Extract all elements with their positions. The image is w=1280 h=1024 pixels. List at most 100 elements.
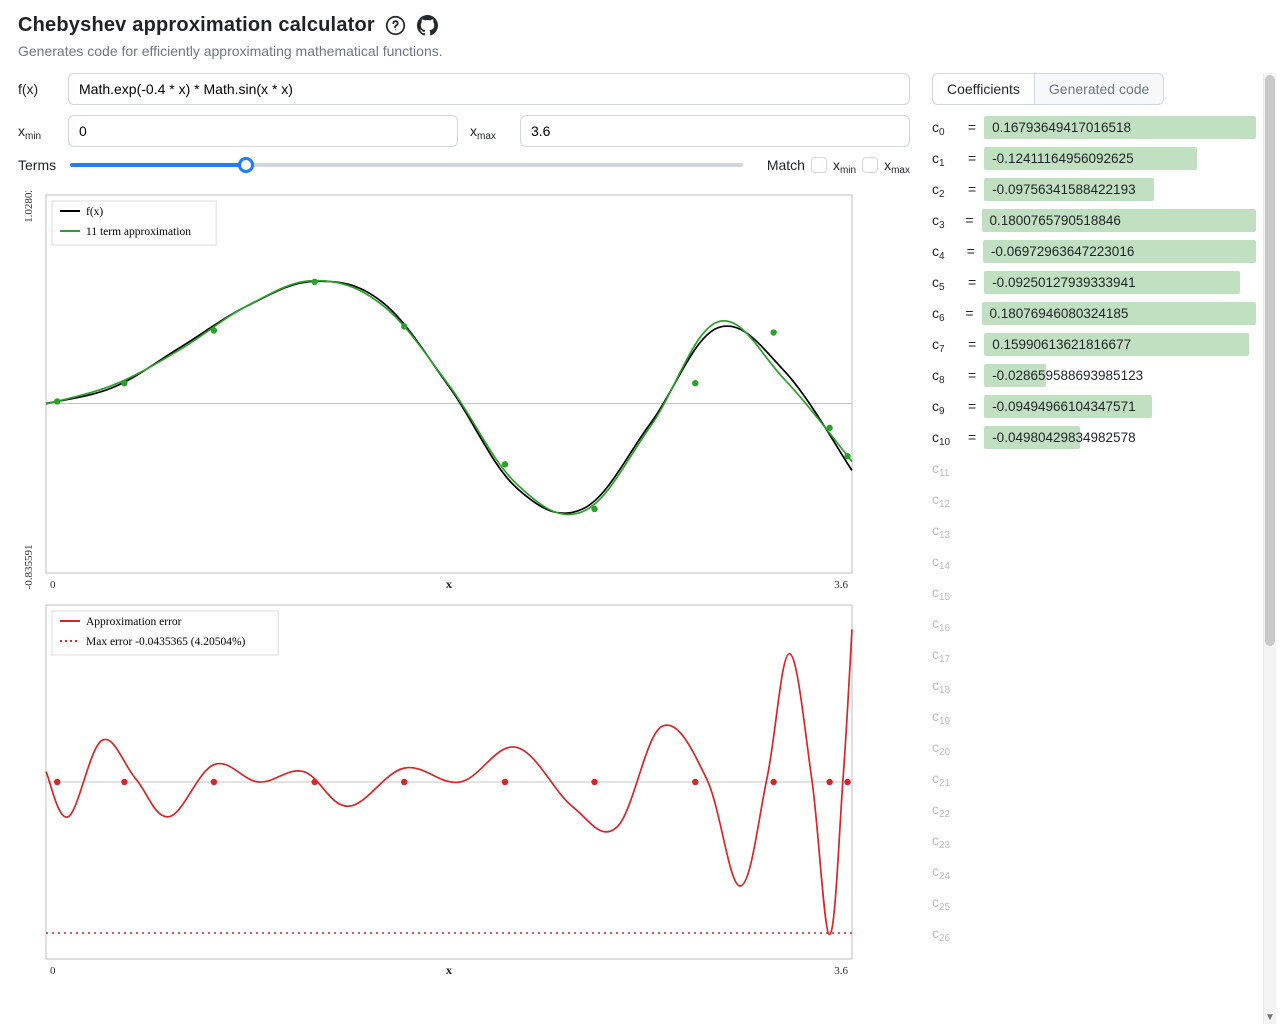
coef-name: c4 <box>932 243 959 259</box>
scrollbar-thumb[interactable] <box>1265 75 1275 646</box>
coef-row: c3=0.1800765790518846 <box>932 205 1256 235</box>
coef-name: c10 <box>932 429 960 445</box>
coef-name: c25 <box>932 894 960 910</box>
coef-name: c0 <box>932 119 960 135</box>
svg-text:1.02802: 1.02802 <box>23 191 35 223</box>
help-icon[interactable] <box>385 15 407 37</box>
coef-row-empty: c18 <box>932 670 1256 700</box>
coef-row-empty: c22 <box>932 794 1256 824</box>
scrollbar-down-icon[interactable]: ▼ <box>1264 1010 1276 1024</box>
coef-value: 0.18076946080324185 <box>982 302 1257 325</box>
coef-row: c7 = 0.15990613621816677 <box>932 329 1256 359</box>
coef-name: c22 <box>932 801 960 817</box>
coef-row: c10 = -0.04980429834982578 <box>932 422 1256 452</box>
coef-row: c9=-0.09494966104347571 <box>932 391 1256 421</box>
match-xmax-label: xmax <box>884 157 910 173</box>
coef-equals: = <box>968 150 976 166</box>
coef-name: c7 <box>932 336 960 352</box>
coef-row-empty: c17 <box>932 639 1256 669</box>
coef-value: -0.09756341588422193 <box>984 178 1154 201</box>
coefficients-list: c0=0.16793649417016518c1=-0.124111649560… <box>932 112 1262 1024</box>
coef-value: -0.06972963647223016 <box>983 240 1256 263</box>
terms-label: Terms <box>18 157 60 173</box>
coef-equals: = <box>967 243 975 259</box>
coef-name: c12 <box>932 491 960 507</box>
xmax-input[interactable] <box>520 115 910 147</box>
coef-name: c26 <box>932 925 960 941</box>
tab-coefficients[interactable]: Coefficients <box>932 73 1035 105</box>
coef-row-empty: c15 <box>932 577 1256 607</box>
coef-equals: = <box>968 336 976 352</box>
match-xmin-checkbox[interactable] <box>811 157 827 173</box>
svg-text:x: x <box>446 577 452 591</box>
coef-row-empty: c12 <box>932 484 1256 514</box>
coef-row: c2 = -0.09756341588422193 <box>932 174 1256 204</box>
svg-text:3.6: 3.6 <box>834 579 848 591</box>
coef-name: c16 <box>932 615 960 631</box>
coef-name: c19 <box>932 708 960 724</box>
coef-value: -0.04980429834982578 <box>984 426 1080 449</box>
function-chart: 03.6x1.02802-0.835591f(x)11 term approxi… <box>18 191 910 593</box>
fx-input[interactable] <box>68 73 910 105</box>
match-xmin-label: xmin <box>833 157 856 173</box>
coef-value: -0.028659588693985123 <box>984 364 1046 387</box>
coef-name: c13 <box>932 522 960 538</box>
svg-text:0: 0 <box>50 965 56 977</box>
coef-row: c6=0.18076946080324185 <box>932 298 1256 328</box>
coef-equals: = <box>968 398 976 414</box>
page-subtitle: Generates code for efficiently approxima… <box>18 43 1262 59</box>
coef-row-empty: c25 <box>932 887 1256 917</box>
coef-name: c24 <box>932 863 960 879</box>
coef-row-empty: c19 <box>932 701 1256 731</box>
coef-row: c4 = -0.06972963647223016 <box>932 236 1256 266</box>
coef-name: c23 <box>932 832 960 848</box>
coef-row: c5=-0.09250127939333941 <box>932 267 1256 297</box>
coef-row-empty: c20 <box>932 732 1256 762</box>
tabs: Coefficients Generated code <box>932 73 1262 105</box>
coef-value: 0.1800765790518846 <box>982 209 1257 232</box>
coef-row-empty: c24 <box>932 856 1256 886</box>
coef-row-empty: c13 <box>932 515 1256 545</box>
coef-equals: = <box>968 367 976 383</box>
coef-equals: = <box>968 119 976 135</box>
coef-row-empty: c16 <box>932 608 1256 638</box>
error-chart: 03.6xApproximation errorMax error -0.043… <box>18 601 910 979</box>
match-label: Match <box>767 157 805 173</box>
svg-text:Approximation error: Approximation error <box>86 616 182 628</box>
coef-value: -0.09250127939333941 <box>984 271 1240 294</box>
coef-name: c11 <box>932 460 960 476</box>
coef-row-empty: c21 <box>932 763 1256 793</box>
coef-name: c21 <box>932 770 960 786</box>
xmin-label: xmin <box>18 123 60 139</box>
xmin-input[interactable] <box>68 115 458 147</box>
coef-row: c0 = 0.16793649417016518 <box>932 112 1256 142</box>
coef-row-empty: c23 <box>932 825 1256 855</box>
terms-slider[interactable] <box>70 163 743 167</box>
coef-name: c18 <box>932 677 960 693</box>
coef-equals: = <box>968 429 976 445</box>
coef-value: 0.16793649417016518 <box>984 116 1256 139</box>
coef-equals: = <box>965 305 973 321</box>
coef-equals: = <box>965 212 973 228</box>
coef-row: c1=-0.12411164956092625 <box>932 143 1256 173</box>
coef-row: c8 = -0.028659588693985123 <box>932 360 1256 390</box>
coef-name: c8 <box>932 367 960 383</box>
fx-label: f(x) <box>18 81 60 97</box>
coef-value: 0.15990613621816677 <box>984 333 1249 356</box>
svg-text:3.6: 3.6 <box>834 965 848 977</box>
scrollbar[interactable]: ▼ <box>1263 73 1276 1024</box>
coef-value: -0.09494966104347571 <box>984 395 1152 418</box>
match-xmax-checkbox[interactable] <box>862 157 878 173</box>
coef-equals: = <box>968 181 976 197</box>
coef-name: c2 <box>932 181 960 197</box>
coef-name: c15 <box>932 584 960 600</box>
coef-name: c1 <box>932 150 960 166</box>
tab-generated-code[interactable]: Generated code <box>1034 73 1164 105</box>
github-icon[interactable] <box>417 15 439 37</box>
coef-row-empty: c11 <box>932 453 1256 483</box>
coef-name: c17 <box>932 646 960 662</box>
page-title: Chebyshev approximation calculator <box>18 14 375 37</box>
xmax-label: xmax <box>470 123 512 139</box>
svg-text:x: x <box>446 963 452 977</box>
svg-text:11 term approximation: 11 term approximation <box>86 226 191 238</box>
